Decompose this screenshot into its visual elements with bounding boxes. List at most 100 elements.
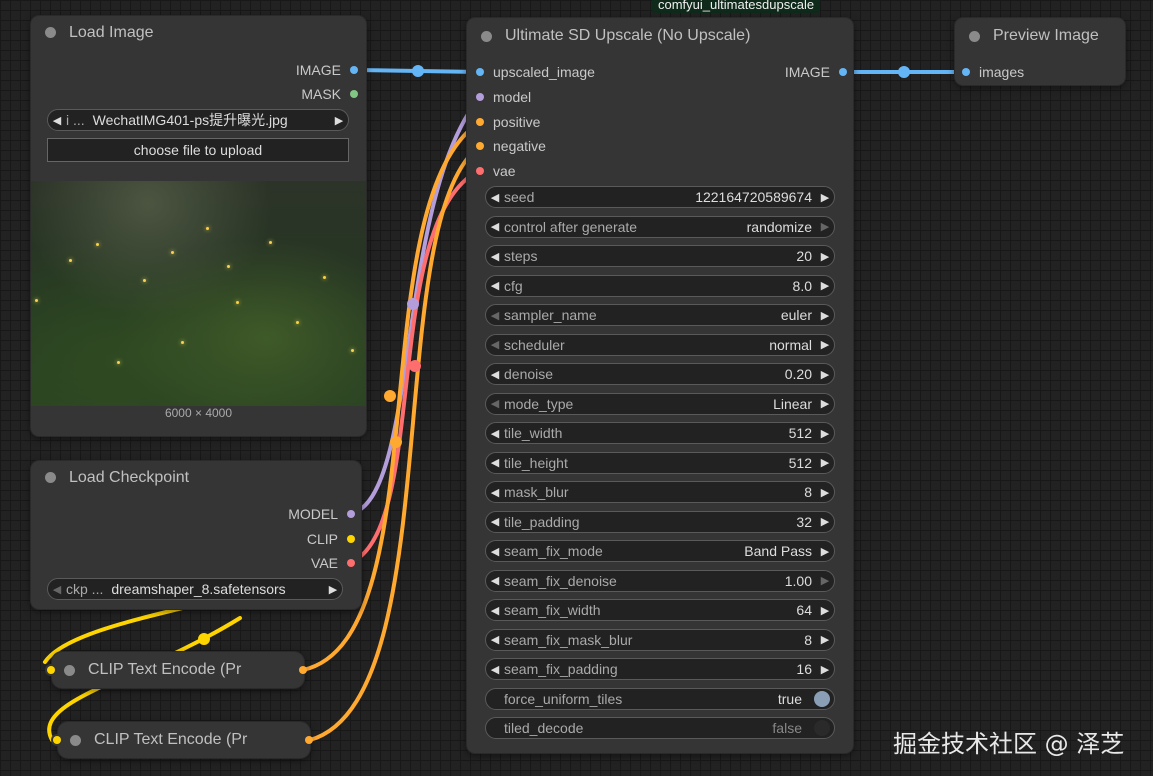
arrow-right-icon[interactable]: ▶ [816, 427, 834, 440]
upload-button[interactable]: choose file to upload [47, 138, 349, 162]
arrow-left-icon[interactable]: ◀ [486, 191, 504, 204]
arrow-left-icon[interactable]: ◀ [486, 309, 504, 322]
node-title-bar[interactable]: Load Checkpoint [31, 461, 361, 494]
arrow-left-icon[interactable]: ◀ [486, 427, 504, 440]
widget-control-after-generate[interactable]: ◀ control after generate randomize ▶ [485, 215, 835, 238]
input-slot-icon[interactable] [476, 142, 484, 150]
widget-tile-padding[interactable]: ◀ tile_padding 32 ▶ [485, 510, 835, 533]
widget-cfg[interactable]: ◀ cfg 8.0 ▶ [485, 274, 835, 297]
ultimate-sd-upscale-node[interactable]: Ultimate SD Upscale (No Upscale) upscale… [467, 18, 853, 753]
arrow-right-icon[interactable]: ▶ [816, 486, 834, 499]
input-positive[interactable]: positive [476, 114, 540, 130]
collapse-dot-icon[interactable] [64, 664, 75, 676]
collapse-dot-icon[interactable] [45, 472, 56, 483]
arrow-right-icon[interactable]: ▶ [816, 604, 834, 617]
preview-image-node[interactable]: Preview Image images [955, 18, 1125, 85]
output-clip[interactable]: CLIP [307, 531, 355, 547]
output-slot-icon[interactable] [347, 510, 355, 518]
output-vae[interactable]: VAE [311, 555, 355, 571]
arrow-right-icon[interactable]: ▶ [816, 515, 834, 528]
input-slot-icon[interactable] [962, 68, 970, 76]
toggle-tiled-decode[interactable]: tiled_decode false [485, 717, 835, 739]
input-vae[interactable]: vae [476, 163, 516, 179]
arrow-right-icon[interactable]: ▶ [816, 397, 834, 410]
output-slot-icon[interactable] [347, 559, 355, 567]
output-image[interactable]: IMAGE [785, 64, 847, 80]
node-title-bar[interactable]: Ultimate SD Upscale (No Upscale) [467, 18, 853, 54]
arrow-left-icon[interactable]: ◀ [486, 220, 504, 233]
arrow-left-icon[interactable]: ◀ [486, 250, 504, 263]
arrow-left-icon[interactable]: ◀ [486, 338, 504, 351]
load-checkpoint-node[interactable]: Load Checkpoint MODEL CLIP VAE ◀ ckp ...… [31, 461, 361, 609]
input-model[interactable]: model [476, 89, 531, 105]
widget-steps[interactable]: ◀ steps 20 ▶ [485, 245, 835, 267]
collapse-dot-icon[interactable] [70, 734, 81, 746]
arrow-left-icon[interactable]: ◀ [486, 456, 504, 469]
widget-denoise[interactable]: ◀ denoise 0.20 ▶ [485, 363, 835, 385]
arrow-left-icon[interactable]: ◀ [486, 486, 504, 499]
arrow-left-icon[interactable]: ◀ [486, 368, 504, 381]
arrow-right-icon[interactable]: ▶ [330, 114, 348, 127]
output-model[interactable]: MODEL [288, 506, 355, 522]
collapse-dot-icon[interactable] [969, 30, 980, 42]
arrow-right-icon[interactable]: ▶ [816, 663, 834, 676]
widget-seam-fix-padding[interactable]: ◀ seam_fix_padding 16 ▶ [485, 658, 835, 680]
arrow-left-icon[interactable]: ◀ [486, 604, 504, 617]
arrow-left-icon[interactable]: ◀ [486, 633, 504, 646]
arrow-right-icon[interactable]: ▶ [816, 338, 834, 351]
ckpt-name-combo[interactable]: ◀ ckp ... dreamshaper_8.safetensors ▶ [47, 578, 343, 600]
widget-seam-fix-denoise[interactable]: ◀ seam_fix_denoise 1.00 ▶ [485, 569, 835, 592]
widget-scheduler[interactable]: ◀ scheduler normal ▶ [485, 333, 835, 356]
input-slot-icon[interactable] [476, 93, 484, 101]
arrow-right-icon[interactable]: ▶ [816, 368, 834, 381]
node-title-bar[interactable]: Preview Image [955, 18, 1125, 54]
input-slot-icon[interactable] [53, 736, 61, 744]
arrow-left-icon[interactable]: ◀ [486, 397, 504, 410]
output-slot-icon[interactable] [350, 66, 358, 74]
arrow-left-icon[interactable]: ◀ [486, 574, 504, 587]
input-slot-icon[interactable] [476, 167, 484, 175]
arrow-left-icon[interactable]: ◀ [486, 663, 504, 676]
arrow-right-icon[interactable]: ▶ [816, 279, 834, 292]
node-title-bar[interactable]: CLIP Text Encode (Pr [58, 722, 310, 758]
widget-tile-height[interactable]: ◀ tile_height 512 ▶ [485, 451, 835, 474]
arrow-right-icon[interactable]: ▶ [816, 545, 834, 558]
input-slot-icon[interactable] [47, 666, 55, 674]
image-file-combo[interactable]: ◀ i ... WechatIMG401-ps提升曝光.jpg ▶ [47, 109, 349, 131]
widget-tile-width[interactable]: ◀ tile_width 512 ▶ [485, 422, 835, 444]
output-mask[interactable]: MASK [301, 86, 358, 102]
load-image-node[interactable]: Load Image IMAGE MASK ◀ i ... WechatIMG4… [31, 16, 366, 436]
clip-text-encode-node-2[interactable]: CLIP Text Encode (Pr [53, 722, 313, 758]
arrow-right-icon[interactable]: ▶ [816, 191, 834, 204]
arrow-left-icon[interactable]: ◀ [48, 583, 66, 596]
collapse-dot-icon[interactable] [45, 27, 56, 38]
arrow-right-icon[interactable]: ▶ [816, 574, 834, 587]
arrow-right-icon[interactable]: ▶ [324, 583, 342, 596]
input-images[interactable]: images [962, 64, 1024, 80]
input-slot-icon[interactable] [476, 68, 484, 76]
output-image[interactable]: IMAGE [296, 62, 358, 78]
arrow-left-icon[interactable]: ◀ [48, 114, 66, 127]
widget-seam-fix-mode[interactable]: ◀ seam_fix_mode Band Pass ▶ [485, 540, 835, 562]
output-slot-icon[interactable] [839, 68, 847, 76]
toggle-knob-icon[interactable] [814, 690, 830, 707]
output-slot-icon[interactable] [305, 736, 313, 744]
arrow-right-icon[interactable]: ▶ [816, 633, 834, 646]
widget-seed[interactable]: ◀ seed 122164720589674 ▶ [485, 186, 835, 208]
output-slot-icon[interactable] [350, 90, 358, 98]
widget-sampler-name[interactable]: ◀ sampler_name euler ▶ [485, 304, 835, 326]
arrow-right-icon[interactable]: ▶ [816, 309, 834, 322]
arrow-right-icon[interactable]: ▶ [816, 250, 834, 263]
output-slot-icon[interactable] [347, 535, 355, 543]
arrow-left-icon[interactable]: ◀ [486, 279, 504, 292]
arrow-left-icon[interactable]: ◀ [486, 515, 504, 528]
arrow-right-icon[interactable]: ▶ [816, 456, 834, 469]
input-negative[interactable]: negative [476, 138, 546, 154]
widget-mask-blur[interactable]: ◀ mask_blur 8 ▶ [485, 481, 835, 503]
clip-text-encode-node-1[interactable]: CLIP Text Encode (Pr [47, 652, 307, 688]
widget-seam-fix-width[interactable]: ◀ seam_fix_width 64 ▶ [485, 599, 835, 621]
output-slot-icon[interactable] [299, 666, 307, 674]
widget-seam-fix-mask-blur[interactable]: ◀ seam_fix_mask_blur 8 ▶ [485, 628, 835, 651]
arrow-left-icon[interactable]: ◀ [486, 545, 504, 558]
toggle-force-uniform-tiles[interactable]: force_uniform_tiles true [485, 687, 835, 710]
